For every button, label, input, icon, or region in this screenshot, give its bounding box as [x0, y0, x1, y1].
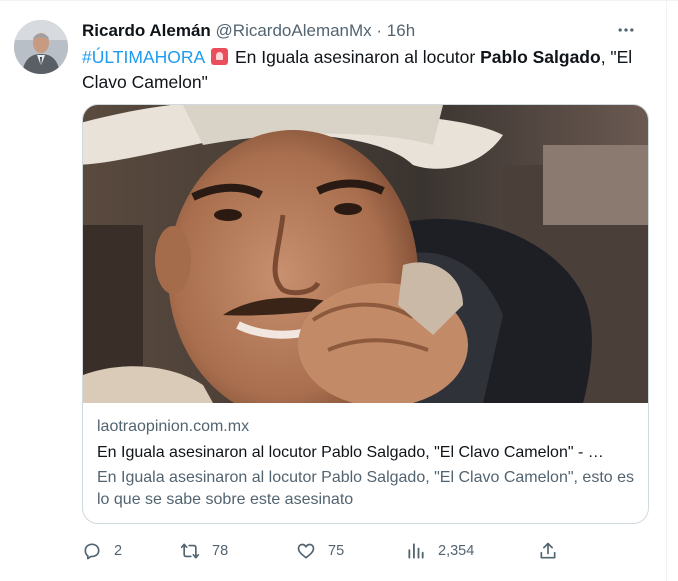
card-image[interactable] [83, 105, 649, 403]
card-description: En Iguala asesinaron al locutor Pablo Sa… [97, 469, 635, 508]
author-handle[interactable]: @RicardoAlemanMx [216, 21, 372, 40]
like-count: 75 [328, 543, 345, 559]
tweet-text-bold: Pablo Salgado [480, 47, 601, 67]
like-icon [297, 543, 315, 559]
tweet-header: Ricardo Alemán @RicardoAlemanMx · 16h [82, 20, 415, 42]
share-button[interactable] [538, 538, 570, 564]
like-button[interactable]: 75 [296, 538, 344, 564]
author-name[interactable]: Ricardo Alemán [82, 21, 211, 40]
avatar-image [14, 20, 68, 74]
retweet-icon [180, 543, 200, 559]
siren-icon [211, 48, 229, 65]
views-count: 2,354 [438, 543, 475, 559]
card-title[interactable]: En Iguala asesinaron al locutor Pablo Sa… [97, 442, 637, 464]
views-icon [408, 543, 424, 559]
hashtag-link[interactable]: #ÚLTIMAHORA [82, 47, 204, 67]
card-domain: laotraopinion.com.mx [97, 418, 250, 435]
tweet-actions: 2 78 75 2,354 [82, 538, 562, 564]
tweet-time[interactable]: 16h [387, 21, 415, 40]
meta-separator: · [371, 21, 387, 40]
link-card[interactable]: laotraopinion.com.mx En Iguala asesinaro… [82, 104, 649, 524]
reply-button[interactable]: 2 [82, 538, 122, 564]
card-body: laotraopinion.com.mx En Iguala asesinaro… [97, 416, 637, 511]
more-options-button[interactable] [612, 16, 640, 44]
retweet-count: 78 [212, 543, 229, 559]
tweet-text: #ÚLTIMAHORA En Iguala asesinaron al locu… [82, 45, 642, 95]
retweet-button[interactable]: 78 [180, 538, 228, 564]
author-avatar[interactable] [14, 20, 68, 74]
tweet-text-part1: En Iguala asesinaron al locutor [230, 47, 481, 67]
views-button[interactable]: 2,354 [406, 538, 474, 564]
more-icon [618, 28, 634, 32]
share-icon [540, 542, 556, 559]
reply-icon [84, 543, 100, 560]
top-border [0, 0, 678, 1]
right-border [666, 0, 667, 581]
reply-count: 2 [114, 543, 123, 559]
